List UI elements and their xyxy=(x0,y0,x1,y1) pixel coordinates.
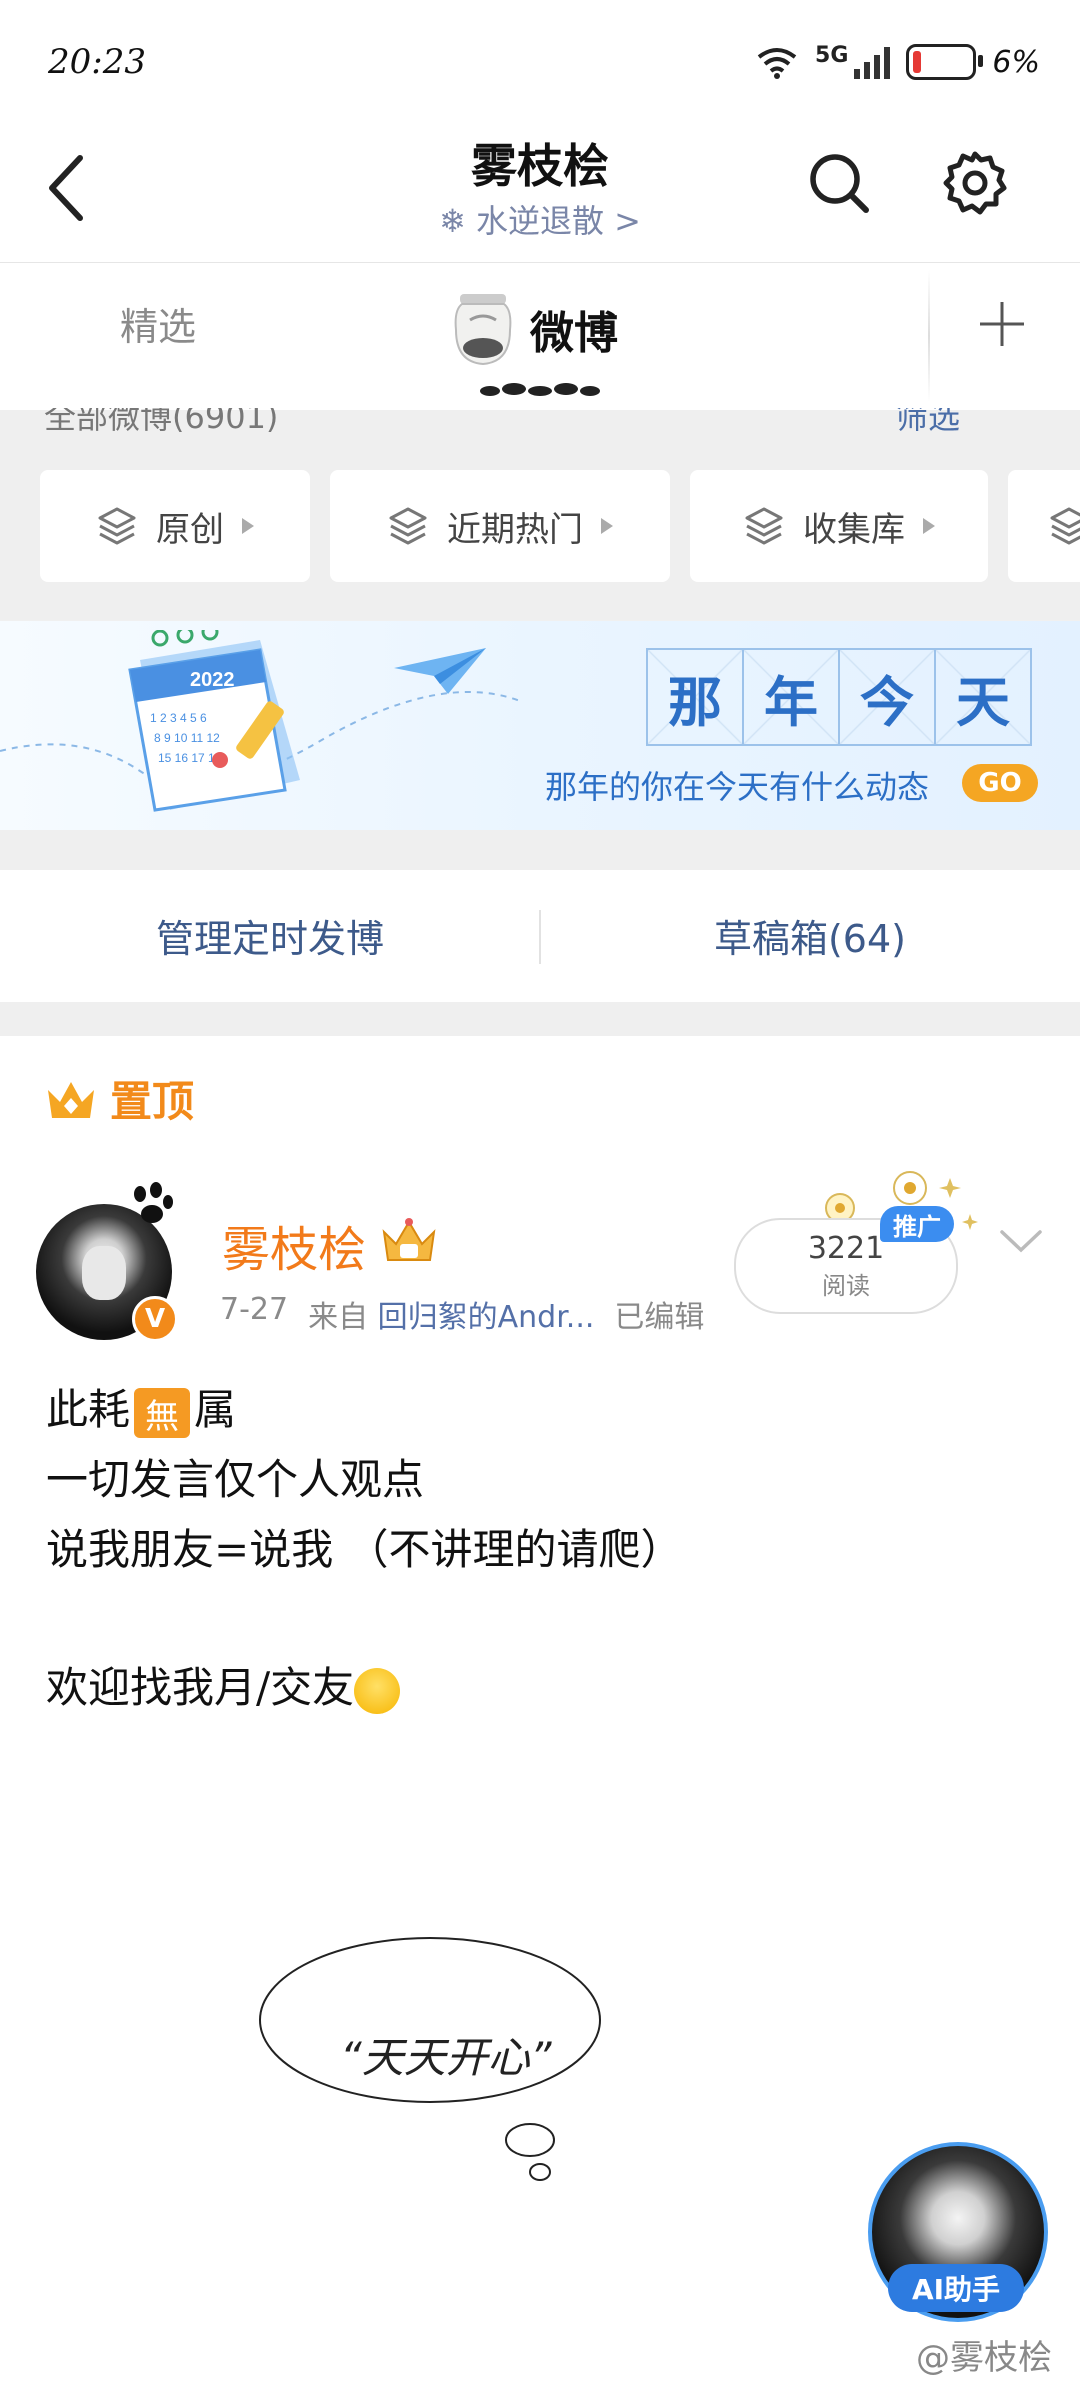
post-text: 此耗 xyxy=(46,1385,131,1434)
weibo-watermark: @雾枝桧 xyxy=(916,2338,1052,2378)
crown-icon xyxy=(48,1081,94,1118)
read-label: 阅读 xyxy=(822,1272,870,1300)
gear-icon[interactable] xyxy=(940,148,1010,218)
search-icon[interactable] xyxy=(804,148,874,218)
battery-percent: 6% xyxy=(992,44,1040,80)
battery-icon xyxy=(906,44,984,80)
layers-icon xyxy=(389,507,427,545)
add-tab-icon[interactable] xyxy=(978,300,1026,348)
post-line-3: 说我朋友=说我 （不讲理的请爬） xyxy=(46,1525,683,1574)
banner-subtitle: 那年的你在今天有什么动态 xyxy=(545,768,930,806)
drafts-button[interactable]: 草稿箱(64) xyxy=(540,908,1080,963)
signal-icon xyxy=(854,45,891,79)
post-meta: 7-27 来自 回归絮的Andr... 已编辑 xyxy=(220,1292,704,1336)
triangle-right-icon xyxy=(242,518,254,534)
post-text: 欢迎找我月/交友 xyxy=(46,1663,355,1712)
post-source[interactable]: 回归絮的Andr... xyxy=(378,1300,595,1335)
pinned-label-row: 置顶 xyxy=(44,1068,194,1129)
doodle-text: “天天开心” xyxy=(340,2033,552,2082)
member-crown-icon[interactable] xyxy=(378,1214,440,1266)
verified-badge-icon: V xyxy=(132,1296,178,1342)
chip-more[interactable] xyxy=(1008,470,1080,582)
post-line-1: 此耗無属 xyxy=(46,1376,236,1438)
post-date: 7-27 xyxy=(220,1292,289,1327)
triangle-right-icon xyxy=(923,518,935,534)
title-char: 天 xyxy=(934,648,1032,746)
chip-label: 收集库 xyxy=(803,509,905,550)
wu-badge: 無 xyxy=(134,1388,191,1438)
promote-badge[interactable]: 推广 xyxy=(880,1206,954,1242)
tab-weibo[interactable]: 微博 xyxy=(450,290,618,368)
paper-plane-icon xyxy=(394,648,486,694)
calendar-icon: 2022 1 2 3 4 5 6 8 9 10 11 12 15 16 17 1… xyxy=(128,630,300,812)
tab-indicator xyxy=(480,383,600,396)
tab-weibo-label: 微博 xyxy=(530,308,618,359)
paw-icon xyxy=(134,1182,173,1223)
network-label: 5G xyxy=(815,42,849,68)
svg-text:8 9 10 11 12: 8 9 10 11 12 xyxy=(154,731,220,745)
chip-original[interactable]: 原创 xyxy=(40,470,310,582)
wifi-icon xyxy=(757,48,797,79)
status-icons: 5G 6% xyxy=(755,42,1040,80)
smiley-emoji-icon xyxy=(354,1668,401,1714)
calendar-year: 2022 xyxy=(190,669,235,691)
section-gap xyxy=(0,830,1080,870)
title-char: 那 xyxy=(646,648,744,746)
layers-icon xyxy=(98,507,136,545)
section-gap xyxy=(0,1002,1080,1036)
read-count: 3221 xyxy=(807,1231,885,1266)
layers-icon xyxy=(1050,507,1080,545)
edited-label: 已编辑 xyxy=(614,1300,705,1335)
scheduled-posts-button[interactable]: 管理定时发博 xyxy=(0,908,540,963)
chip-label: 原创 xyxy=(156,509,224,550)
profile-title: 雾枝桧 xyxy=(471,139,609,193)
author-name[interactable]: 雾枝桧 xyxy=(222,1210,366,1280)
post-line-2: 一切发言仅个人观点 xyxy=(46,1455,425,1504)
post-text: 属 xyxy=(194,1385,237,1434)
status-bar: 20:23 5G 6% xyxy=(0,0,1080,130)
chip-label: 近期热门 xyxy=(447,509,583,550)
status-time: 20:23 xyxy=(48,42,146,82)
layers-icon xyxy=(745,507,783,545)
ai-assistant-button[interactable]: AI助手 xyxy=(888,2264,1024,2312)
chip-recent-hot[interactable]: 近期热门 xyxy=(330,470,670,582)
tab-divider xyxy=(928,270,930,402)
thought-bubble-drawing xyxy=(259,1937,601,2181)
svg-text:15 16 17 18: 15 16 17 18 xyxy=(158,751,222,765)
svg-text:1 2 3 4 5 6: 1 2 3 4 5 6 xyxy=(150,711,207,725)
jar-icon xyxy=(454,294,512,366)
go-button[interactable]: GO xyxy=(962,764,1038,802)
tab-featured[interactable]: 精选 xyxy=(120,296,196,351)
post-line-4: 欢迎找我月/交友 xyxy=(46,1654,401,1715)
title-char: 今 xyxy=(838,648,936,746)
pinned-label: 置顶 xyxy=(110,1077,195,1126)
title-char: 年 xyxy=(742,648,840,746)
chip-collection[interactable]: 收集库 xyxy=(690,470,988,582)
chevron-down-icon[interactable] xyxy=(996,1226,1046,1256)
profile-subtitle[interactable]: ❄ 水逆退散 > xyxy=(0,196,1080,242)
triangle-right-icon xyxy=(601,518,613,534)
source-prefix: 来自 xyxy=(308,1300,369,1335)
on-this-day-title: 那 年 今 天 xyxy=(646,648,1032,746)
